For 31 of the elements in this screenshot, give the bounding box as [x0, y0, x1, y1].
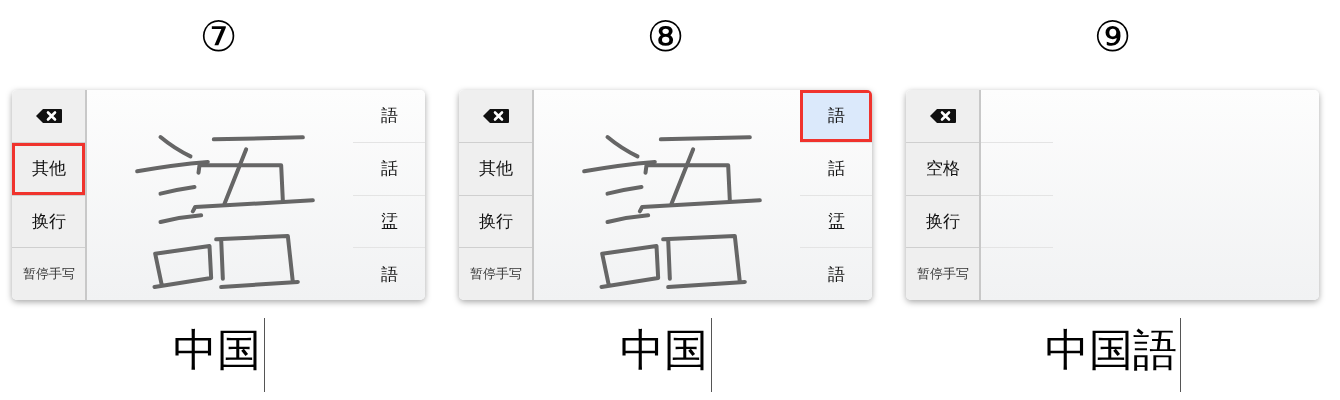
candidate-character[interactable]: 語 [353, 90, 425, 142]
delete-key[interactable] [459, 90, 532, 143]
keyboard-key[interactable]: 其他 [12, 142, 85, 196]
keyboard-key[interactable]: 换行 [459, 195, 532, 249]
step-number: ⑨ [1093, 16, 1132, 63]
delete-key[interactable] [906, 90, 979, 143]
typed-text: 中国 [619, 328, 708, 372]
backspace-icon [481, 107, 510, 124]
keyboard-key[interactable]: 暂停手写 [459, 248, 532, 300]
candidate-character[interactable]: 語 [353, 247, 425, 300]
candidate-character[interactable]: 盓 [800, 194, 872, 248]
backspace-icon [928, 107, 957, 124]
candidate-character[interactable]: 語 [800, 247, 872, 300]
keyboard-key[interactable]: 换行 [12, 195, 85, 249]
candidate-character[interactable]: 盓 [353, 194, 425, 248]
typed-text: 中国 [172, 328, 261, 372]
candidate-character[interactable]: 話 [800, 141, 872, 195]
typed-text: 中国語 [1044, 328, 1177, 372]
writing-area[interactable]: 語 話 盓 語 [87, 90, 425, 300]
keyboard-key[interactable]: 其他 [459, 142, 532, 196]
candidate-character[interactable]: 話 [353, 141, 425, 195]
step-number: ⑦ [199, 16, 238, 63]
delete-key[interactable] [12, 90, 85, 143]
step-number: ⑧ [646, 16, 685, 63]
backspace-icon [34, 107, 63, 124]
candidate-character[interactable]: 語 [800, 90, 872, 142]
writing-area[interactable]: 語 話 盓 語 [534, 90, 872, 300]
keyboard-key[interactable]: 换行 [906, 195, 979, 249]
keyboard-key[interactable]: 暂停手写 [12, 248, 85, 300]
keyboard-key[interactable]: 暂停手写 [906, 248, 979, 300]
keyboard-key[interactable]: 空格 [906, 142, 979, 196]
